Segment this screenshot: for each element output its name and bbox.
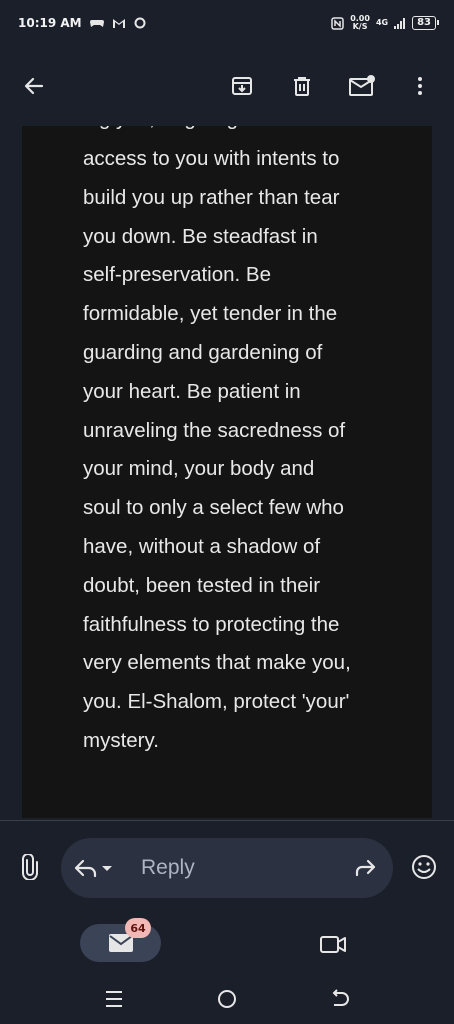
system-nav-bar — [0, 975, 454, 1024]
email-line: doubt, been tested in their — [83, 573, 321, 597]
reply-field[interactable]: Reply — [61, 838, 393, 898]
back-return-icon — [332, 989, 349, 1006]
video-camera-icon — [320, 936, 346, 953]
email-line: faithfulness to protecting the — [83, 612, 340, 636]
more-vert-icon — [418, 77, 422, 95]
email-line: soul to only a select few who — [83, 496, 344, 520]
email-line: your heart. Be patient in — [83, 379, 301, 403]
arrow-back-icon — [24, 77, 44, 95]
more-options-button[interactable] — [398, 64, 442, 108]
email-line: you. El-Shalom, protect 'your' — [83, 690, 350, 714]
home-circle-icon — [218, 990, 236, 1008]
circle-icon — [134, 17, 146, 29]
mail-unread-icon — [349, 75, 375, 96]
reply-arrow-icon — [74, 859, 112, 878]
emoji-icon — [412, 855, 436, 879]
home-button[interactable] — [205, 977, 249, 1021]
email-line: mystery. — [83, 728, 159, 752]
archive-button[interactable] — [220, 64, 264, 108]
recent-apps-button[interactable] — [92, 977, 136, 1021]
forward-button[interactable] — [343, 846, 387, 890]
status-time: 10:19 AM — [18, 16, 82, 30]
emoji-button[interactable] — [402, 845, 446, 889]
nav-mail[interactable]: 64 — [80, 918, 161, 962]
forward-arrow-icon — [355, 859, 376, 877]
email-line: build you up rather than tear — [83, 185, 340, 209]
email-line: your mind, your body and — [83, 457, 315, 481]
back-button[interactable] — [12, 64, 56, 108]
bottom-nav: 64 — [0, 913, 454, 975]
mark-unread-button[interactable] — [340, 64, 384, 108]
email-line: have, without a shadow of — [83, 534, 321, 558]
reply-bar: Reply — [0, 821, 454, 913]
reply-placeholder: Reply — [141, 856, 195, 879]
email-line: very elements that make you, — [83, 651, 351, 675]
gmail-icon — [112, 18, 126, 29]
email-line: formidable, yet tender in the — [83, 302, 338, 326]
email-line: guarding and gardening of — [83, 340, 323, 364]
paperclip-icon — [22, 854, 38, 880]
nav-meet[interactable] — [311, 922, 355, 966]
archive-icon — [232, 77, 252, 95]
email-body: access to you with intents to build you … — [83, 140, 383, 761]
nfc-icon — [331, 16, 344, 30]
net-speed: 0.00 K/S — [350, 14, 370, 31]
battery-indicator: 83 — [412, 16, 439, 30]
menu-lines-icon — [106, 991, 122, 1007]
mail-unread-badge: 64 — [125, 918, 151, 938]
network-type: 4G — [375, 18, 389, 27]
gamepad-icon — [89, 18, 104, 28]
signal-icon — [394, 17, 406, 29]
clipped-text-line: ing you, forgiving the — [83, 126, 383, 139]
delete-button[interactable] — [280, 64, 324, 108]
attach-button[interactable] — [8, 845, 52, 889]
app-bar — [0, 46, 454, 126]
email-line: self-preservation. Be — [83, 263, 272, 287]
back-nav-button[interactable] — [318, 977, 362, 1021]
trash-icon — [294, 77, 310, 96]
email-line: unraveling the sacredness of — [83, 418, 346, 442]
status-bar: 10:19 AM 0.00 K/S 4G 83 — [0, 0, 454, 46]
email-body-card: ing you, forgiving the access to you wit… — [22, 126, 432, 818]
email-line: you down. Be steadfast in — [83, 224, 318, 248]
email-line: access to you with intents to — [83, 147, 340, 170]
reply-type-dropdown[interactable] — [71, 846, 115, 890]
